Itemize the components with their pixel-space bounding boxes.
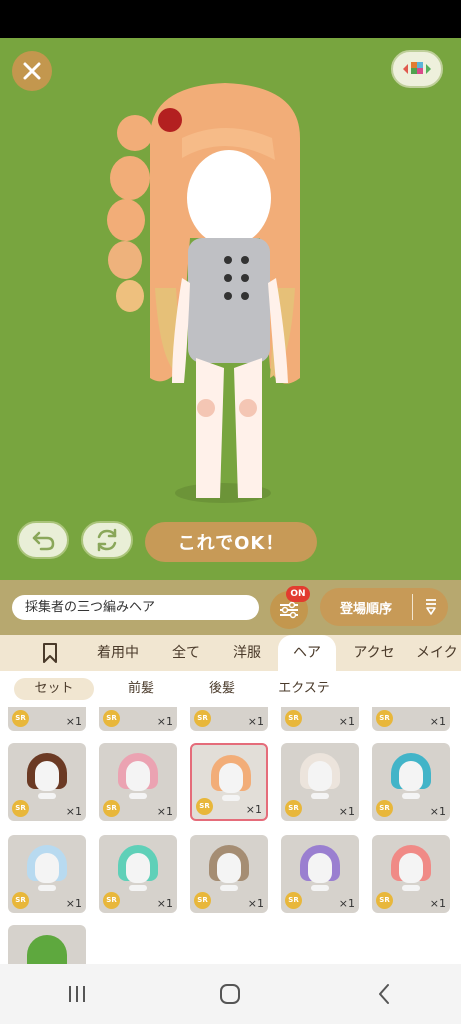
- rarity-badge: SR: [285, 892, 302, 909]
- rarity-badge: SR: [12, 710, 29, 727]
- category-tabs: 着用中 全て 洋服 ヘア アクセ メイク: [0, 635, 461, 671]
- rarity-badge: SR: [103, 710, 120, 727]
- undo-icon: [32, 531, 55, 551]
- item-card[interactable]: SR ×1: [190, 707, 268, 731]
- item-card[interactable]: SR ×1: [372, 743, 450, 821]
- sort-label: 登場順序: [339, 601, 392, 617]
- mannequin: [308, 761, 332, 791]
- item-card[interactable]: SR ×1: [8, 743, 86, 821]
- mannequin: [126, 853, 150, 883]
- item-quantity: ×1: [65, 897, 82, 910]
- item-quantity: ×1: [338, 715, 355, 728]
- mannequin: [219, 763, 243, 793]
- item-card[interactable]: SR ×1: [99, 743, 177, 821]
- tab-all[interactable]: 全て: [160, 635, 212, 671]
- item-quantity: ×1: [65, 715, 82, 728]
- home-button[interactable]: [200, 974, 260, 1014]
- item-quantity: ×1: [338, 805, 355, 818]
- item-card[interactable]: SR ×1: [372, 835, 450, 913]
- item-card[interactable]: SR ×1: [372, 707, 450, 731]
- filter-on-badge: ON: [286, 586, 310, 602]
- sort-button[interactable]: 登場順序: [320, 588, 448, 626]
- rarity-badge: SR: [12, 892, 29, 909]
- item-card[interactable]: SR ×1: [281, 743, 359, 821]
- item-card[interactable]: SR ×1: [281, 835, 359, 913]
- item-quantity: ×1: [429, 897, 446, 910]
- subtab-set[interactable]: セット: [14, 678, 94, 700]
- mannequin: [399, 853, 423, 883]
- item-quantity: ×1: [156, 897, 173, 910]
- mannequin: [35, 853, 59, 883]
- item-card[interactable]: SR ×1: [99, 835, 177, 913]
- rarity-badge: SR: [376, 892, 393, 909]
- mannequin: [126, 761, 150, 791]
- item-card[interactable]: SR ×1: [8, 707, 86, 731]
- rarity-badge: SR: [285, 710, 302, 727]
- item-quantity: ×1: [65, 805, 82, 818]
- home-icon: [220, 984, 241, 1004]
- rotate-icon: [97, 528, 117, 552]
- system-nav-bar: [0, 964, 461, 1024]
- item-quantity: ×1: [245, 803, 262, 816]
- sort-order-toggle[interactable]: [413, 598, 448, 616]
- rarity-badge: SR: [194, 892, 211, 909]
- back-icon: [379, 984, 390, 1004]
- recent-apps-button[interactable]: [47, 974, 107, 1014]
- status-bar: [0, 0, 461, 38]
- dress-up-stage: これでOK！: [0, 38, 461, 580]
- confirm-button[interactable]: これでOK！: [145, 522, 317, 562]
- rotate-button[interactable]: [81, 521, 133, 559]
- avatar-figure: [107, 83, 300, 503]
- rarity-badge: SR: [12, 800, 29, 817]
- item-quantity: ×1: [247, 897, 264, 910]
- item-name: 採集者の三つ編みヘア: [12, 595, 259, 620]
- item-grid: SR ×1 SR ×1 SR ×1 SR ×1 SR ×1 SR ×1 SR ×…: [0, 707, 461, 964]
- subtab-extension[interactable]: エクステ: [264, 678, 344, 700]
- item-info-bar: 採集者の三つ編みヘア ON 登場順序: [0, 580, 461, 635]
- back-button[interactable]: [354, 974, 414, 1014]
- mannequin: [35, 761, 59, 791]
- item-card[interactable]: SR ×1: [8, 835, 86, 913]
- subtab-bangs[interactable]: 前髪: [106, 678, 176, 700]
- item-quantity: ×1: [429, 715, 446, 728]
- hair-preview: [27, 935, 67, 964]
- item-card[interactable]: SR ×1: [281, 707, 359, 731]
- mannequin: [399, 761, 423, 791]
- item-quantity: ×1: [247, 715, 264, 728]
- subtab-back-hair[interactable]: 後髪: [186, 678, 258, 700]
- tab-bookmark[interactable]: [28, 635, 72, 671]
- rarity-badge: SR: [196, 798, 213, 815]
- item-quantity: ×1: [338, 897, 355, 910]
- tab-hair[interactable]: ヘア: [278, 635, 336, 671]
- rarity-badge: SR: [103, 892, 120, 909]
- undo-button[interactable]: [17, 521, 69, 559]
- rarity-badge: SR: [376, 710, 393, 727]
- sort-icon: [425, 599, 436, 615]
- item-card[interactable]: SR ×1: [99, 707, 177, 731]
- mannequin: [308, 853, 332, 883]
- tab-makeup[interactable]: メイク: [416, 635, 461, 671]
- item-card-selected[interactable]: SR ×1: [190, 743, 268, 821]
- rarity-badge: SR: [194, 710, 211, 727]
- item-card[interactable]: [8, 925, 86, 964]
- filter-icon: [280, 601, 298, 619]
- tab-clothes[interactable]: 洋服: [222, 635, 272, 671]
- rarity-badge: SR: [376, 800, 393, 817]
- rarity-badge: SR: [103, 800, 120, 817]
- item-quantity: ×1: [156, 715, 173, 728]
- tab-accessory[interactable]: アクセ: [344, 635, 404, 671]
- tab-wearing[interactable]: 着用中: [88, 635, 148, 671]
- item-quantity: ×1: [156, 805, 173, 818]
- mannequin: [217, 853, 241, 883]
- hair-subtabs: セット 前髪 後髪 エクステ: [0, 671, 461, 707]
- bookmark-icon: [43, 643, 57, 663]
- item-quantity: ×1: [429, 805, 446, 818]
- recent-apps-icon: [68, 986, 85, 1002]
- rarity-badge: SR: [285, 800, 302, 817]
- item-card[interactable]: SR ×1: [190, 835, 268, 913]
